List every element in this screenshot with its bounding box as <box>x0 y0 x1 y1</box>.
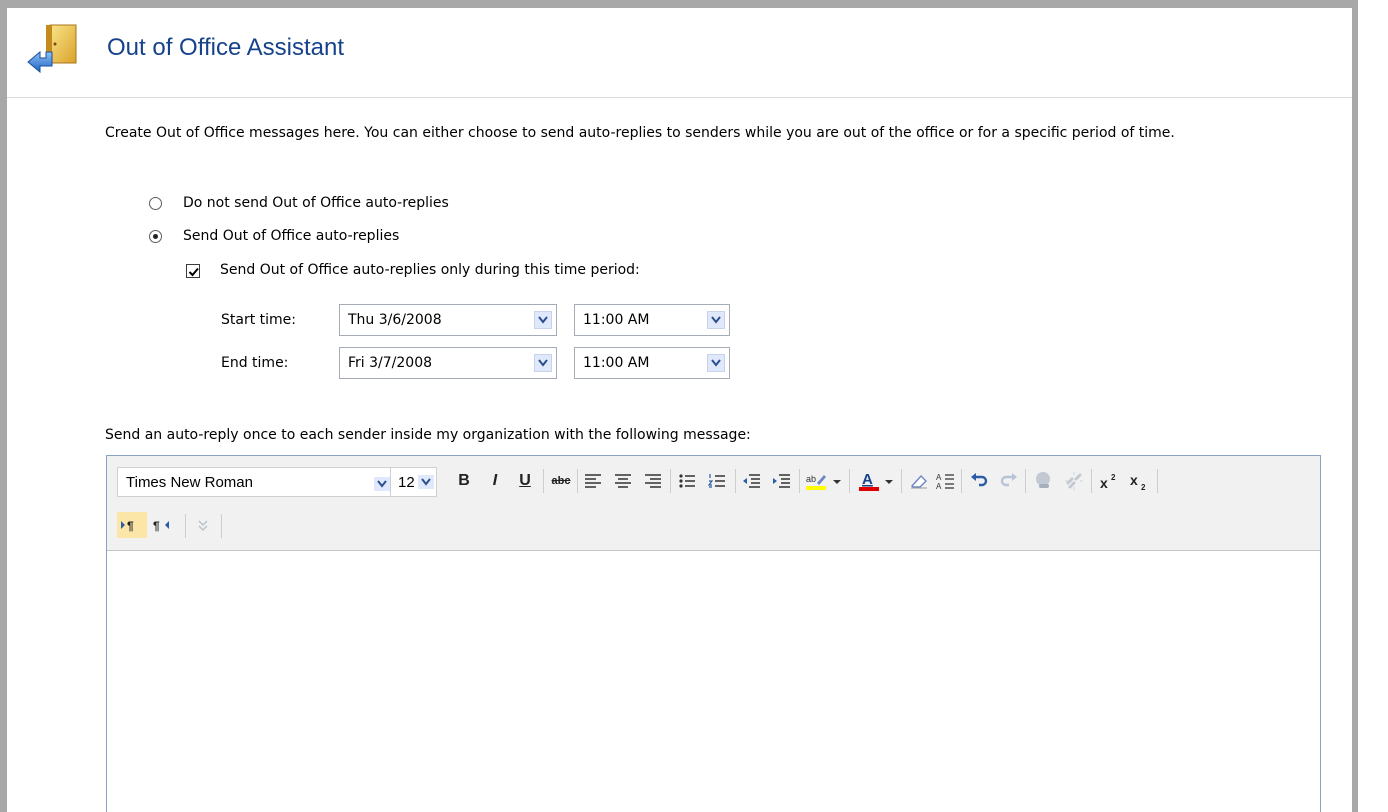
undo-icon[interactable] <box>967 469 991 493</box>
header-divider <box>7 97 1352 98</box>
insert-link-icon[interactable] <box>1032 469 1056 493</box>
toolbar-separator <box>543 469 544 493</box>
toolbar-separator <box>901 469 902 493</box>
message-label: Send an auto-reply once to each sender i… <box>105 427 751 443</box>
end-time-label: End time: <box>221 355 289 371</box>
increase-indent-icon[interactable] <box>770 469 794 493</box>
svg-text:x: x <box>1100 475 1108 491</box>
caret-down-icon[interactable] <box>883 469 895 493</box>
decrease-indent-icon[interactable] <box>740 469 764 493</box>
italic-icon[interactable]: I <box>483 469 507 493</box>
svg-text:ab: ab <box>806 474 816 484</box>
font-name-value: Times New Roman <box>126 474 253 491</box>
svg-text:A: A <box>936 482 942 491</box>
time-period-label[interactable]: Send Out of Office auto-replies only dur… <box>220 262 640 278</box>
left-to-right-icon[interactable]: ¶ <box>117 512 147 538</box>
end-time-select[interactable]: 11:00 AM <box>574 347 730 379</box>
svg-text:¶: ¶ <box>127 519 134 533</box>
superscript-icon[interactable]: x2 <box>1097 469 1121 493</box>
chevron-down-icon[interactable] <box>418 475 434 489</box>
toolbar-separator <box>799 469 800 493</box>
svg-text:¶: ¶ <box>153 519 160 533</box>
page-description: Create Out of Office messages here. You … <box>105 125 1175 141</box>
font-name-select[interactable]: Times New Roman <box>117 467 394 497</box>
send-reply-radio[interactable] <box>149 230 162 243</box>
remove-link-icon[interactable] <box>1062 469 1086 493</box>
time-period-checkbox[interactable] <box>186 264 200 278</box>
chevron-down-icon[interactable] <box>707 354 725 372</box>
align-left-icon[interactable] <box>581 469 605 493</box>
chevron-down-icon[interactable] <box>707 311 725 329</box>
start-date-select[interactable]: Thu 3/6/2008 <box>339 304 557 336</box>
align-right-icon[interactable] <box>641 469 665 493</box>
more-options-icon[interactable] <box>191 513 215 537</box>
chevron-down-icon[interactable] <box>534 354 552 372</box>
toolbar-separator <box>670 469 671 493</box>
highlight-icon[interactable]: ab <box>804 469 828 493</box>
svg-text:2: 2 <box>1111 473 1116 482</box>
page-title: Out of Office Assistant <box>107 34 344 61</box>
toolbar-separator <box>1091 469 1092 493</box>
start-time-select[interactable]: 11:00 AM <box>574 304 730 336</box>
underline-icon[interactable]: U <box>513 469 537 493</box>
toolbar-separator <box>1157 469 1158 493</box>
svg-text:2: 2 <box>1141 483 1146 492</box>
start-time-label: Start time: <box>221 312 296 328</box>
window-frame-top <box>0 0 1388 8</box>
toolbar-separator <box>735 469 736 493</box>
end-date-select[interactable]: Fri 3/7/2008 <box>339 347 557 379</box>
redo-icon[interactable] <box>997 469 1021 493</box>
eraser-icon[interactable] <box>907 469 931 493</box>
toolbar-separator <box>577 469 578 493</box>
toolbar-separator <box>1025 469 1026 493</box>
right-to-left-icon[interactable]: ¶ <box>149 512 179 538</box>
toolbar-separator <box>849 469 850 493</box>
page-margin <box>1358 0 1388 812</box>
subscript-icon[interactable]: x2 <box>1127 469 1151 493</box>
font-size-value: 12 <box>398 474 415 491</box>
strikethrough-icon[interactable]: abc <box>549 469 573 493</box>
toolbar-separator <box>961 469 962 493</box>
send-reply-label[interactable]: Send Out of Office auto-replies <box>183 228 399 244</box>
out-of-office-icon <box>26 22 82 76</box>
no-reply-radio[interactable] <box>149 197 162 210</box>
numbering-icon[interactable] <box>705 469 729 493</box>
align-center-icon[interactable] <box>611 469 635 493</box>
checkmark-icon <box>188 267 199 277</box>
chevron-down-icon[interactable] <box>374 477 390 491</box>
toolbar-separator <box>221 514 222 538</box>
start-time-value: 11:00 AM <box>583 312 650 328</box>
formatting-toolbar: Times New Roman 12 B I U abc ab A AA x 2… <box>107 456 1320 551</box>
paragraph-spacing-icon[interactable]: AA <box>933 469 957 493</box>
bullets-icon[interactable] <box>675 469 699 493</box>
window-frame-left <box>0 0 7 812</box>
svg-text:x: x <box>1130 472 1138 488</box>
font-color-icon[interactable]: A <box>857 469 881 493</box>
bold-icon[interactable]: B <box>452 469 476 493</box>
end-date-value: Fri 3/7/2008 <box>348 355 433 371</box>
no-reply-label[interactable]: Do not send Out of Office auto-replies <box>183 195 449 211</box>
caret-down-icon[interactable] <box>831 469 843 493</box>
start-date-value: Thu 3/6/2008 <box>348 312 442 328</box>
end-time-value: 11:00 AM <box>583 355 650 371</box>
message-editor[interactable]: Times New Roman 12 B I U abc ab A AA x 2… <box>106 455 1321 812</box>
chevron-down-icon[interactable] <box>534 311 552 329</box>
toolbar-separator <box>185 514 186 538</box>
font-size-select[interactable]: 12 <box>390 467 437 497</box>
svg-text:A: A <box>862 471 873 488</box>
svg-text:A: A <box>936 473 942 482</box>
